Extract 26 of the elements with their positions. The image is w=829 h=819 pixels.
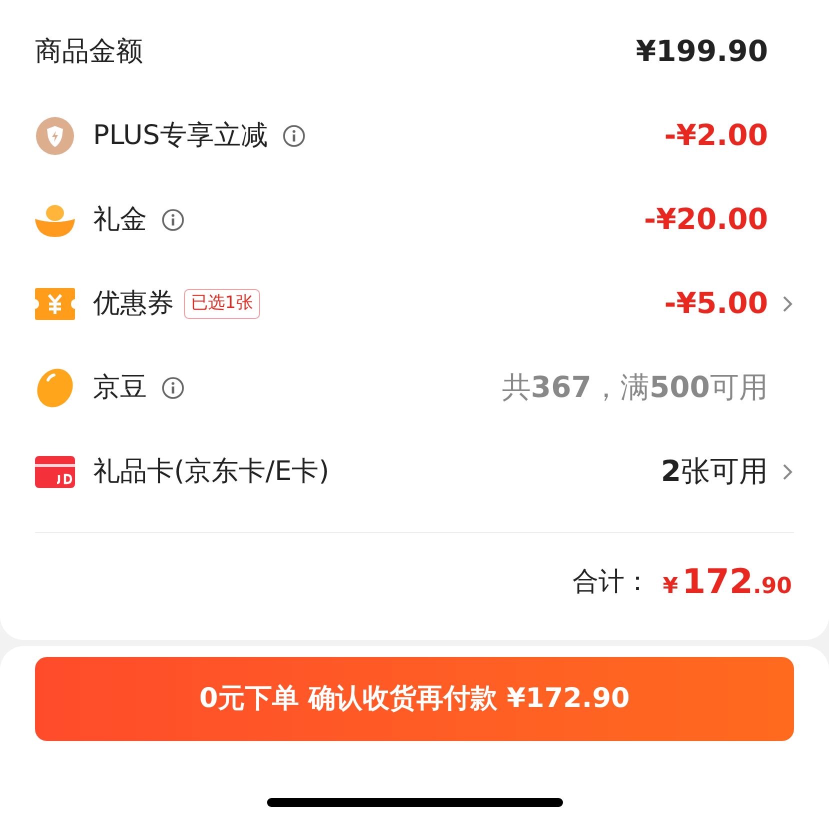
ingot-icon <box>35 203 75 237</box>
info-icon[interactable] <box>282 124 306 148</box>
shield-bolt-icon <box>36 117 74 155</box>
row-value: ¥199.90 <box>636 33 768 70</box>
info-icon[interactable] <box>161 376 185 400</box>
row-value: -¥20.00 <box>644 201 768 238</box>
coupon-icon <box>35 288 75 320</box>
row-label: 京豆 <box>93 370 147 405</box>
bean-icon <box>36 368 74 408</box>
row-value[interactable]: 2张可用 <box>660 450 768 494</box>
row-value: 共367，满500可用 <box>502 369 768 406</box>
chevron-right-icon[interactable] <box>782 462 794 482</box>
row-value[interactable]: -¥5.00 <box>664 282 768 326</box>
info-icon[interactable] <box>161 208 185 232</box>
chevron-right-icon[interactable] <box>782 294 794 314</box>
row-label: PLUS专享立减 <box>93 118 268 153</box>
row-value: -¥2.00 <box>664 117 768 154</box>
row-label: 礼金 <box>93 202 147 237</box>
row-label: 商品金额 <box>35 34 143 69</box>
total-label: 合计： <box>572 566 651 599</box>
submit-order-button[interactable]: 0元下单 确认收货再付款 ¥172.90 <box>35 657 794 741</box>
selected-count-badge: 已选1张 <box>184 289 260 319</box>
total-amount: ¥172.90 <box>662 561 792 604</box>
row-label: 礼品卡(京东卡/E卡) <box>93 454 330 489</box>
row-label: 优惠券 <box>93 286 174 321</box>
gift-card-icon <box>35 456 75 488</box>
